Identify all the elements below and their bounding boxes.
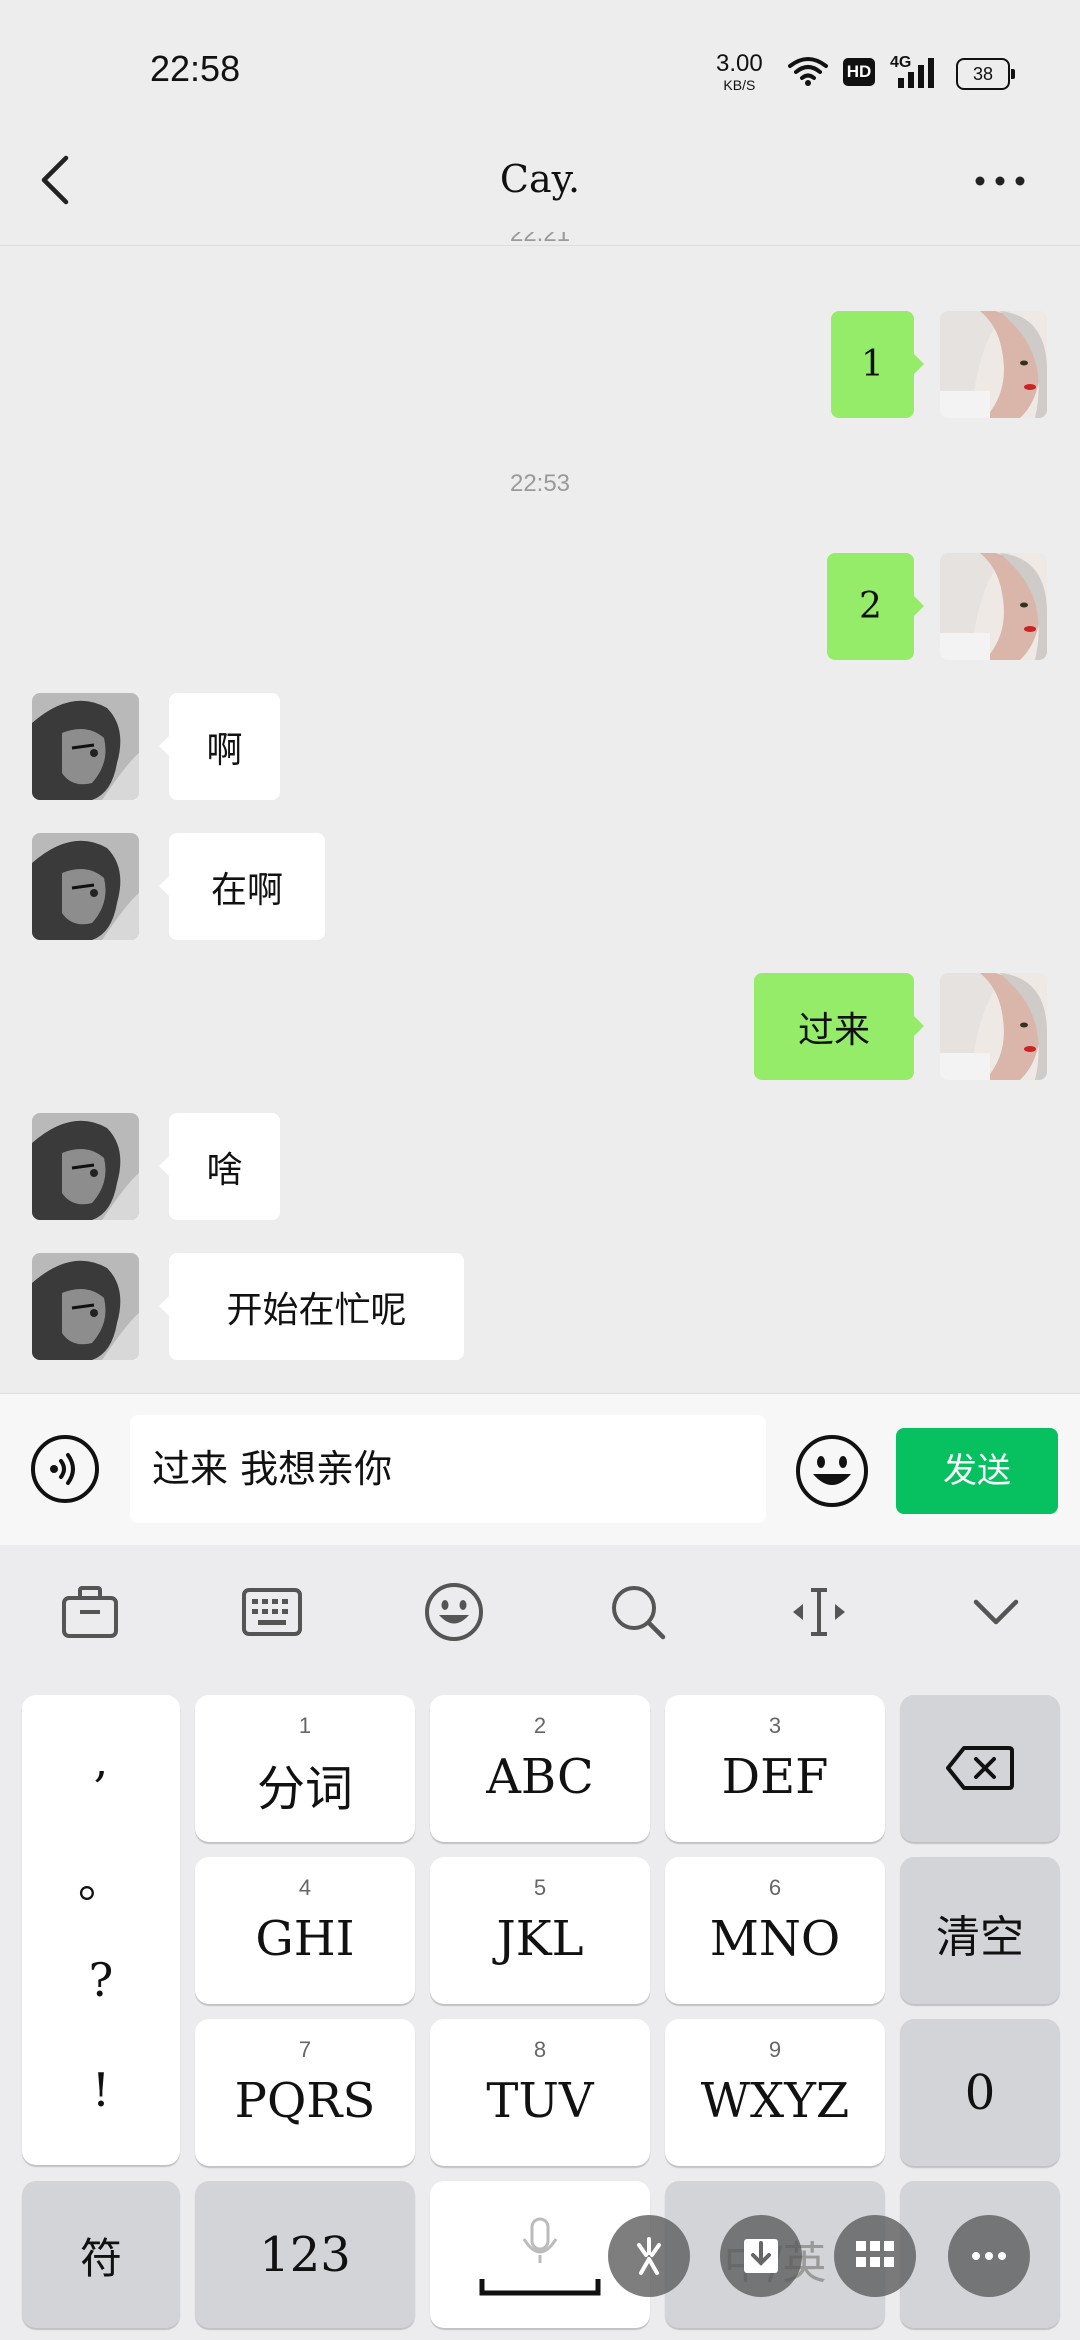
key-4[interactable]: 4 GHI — [195, 1857, 415, 2004]
backspace-key[interactable] — [900, 1695, 1060, 1842]
received-message-bubble[interactable]: 在啊 — [159, 833, 325, 940]
key-5[interactable]: 5 JKL — [430, 1857, 650, 2004]
punct-period[interactable]: 。 — [22, 1845, 180, 1911]
grid-icon — [856, 2241, 894, 2267]
received-message-bubble[interactable]: 开始在忙呢 — [159, 1253, 464, 1360]
message-input[interactable]: 过来 我想亲你 — [130, 1415, 766, 1523]
collapse-icon[interactable] — [966, 1582, 1026, 1642]
contact-avatar[interactable] — [32, 833, 139, 940]
more-icon — [972, 2252, 1006, 2260]
backspace-icon — [946, 1746, 1014, 1790]
net-speed-value: 3.00 — [716, 50, 763, 77]
sent-message-bubble[interactable]: 2 — [827, 553, 924, 660]
numbers-key[interactable]: 123 — [195, 2181, 415, 2328]
emoji-icon[interactable] — [795, 1434, 869, 1508]
key-1[interactable]: 1 分词 — [195, 1695, 415, 1842]
key-2[interactable]: 2 ABC — [430, 1695, 650, 1842]
net-speed: 3.00 KB/S — [716, 50, 763, 93]
sparkle-icon — [637, 2237, 661, 2275]
battery-indicator: 38 — [956, 58, 1015, 90]
search-icon[interactable] — [608, 1582, 668, 1642]
symbols-key[interactable]: 符 — [22, 2181, 180, 2328]
punctuation-column[interactable]: , 。 ? ! — [22, 1695, 180, 2165]
chat-title: Cay. — [499, 157, 581, 201]
floating-grid-button[interactable] — [834, 2215, 916, 2297]
contact-avatar[interactable] — [32, 693, 139, 800]
send-button[interactable]: 发送 — [896, 1428, 1058, 1514]
floating-download-button[interactable] — [720, 2215, 802, 2297]
timestamp: 22:21 — [509, 232, 571, 246]
punct-comma[interactable]: , — [22, 1733, 180, 1787]
contact-avatar[interactable] — [32, 1253, 139, 1360]
clear-key[interactable]: 清空 — [900, 1857, 1060, 2004]
briefcase-icon[interactable] — [60, 1582, 120, 1642]
emoji-icon[interactable] — [424, 1582, 484, 1642]
received-message-bubble[interactable]: 啊 — [159, 693, 280, 800]
contact-avatar[interactable] — [32, 1113, 139, 1220]
keyboard-icon[interactable] — [242, 1582, 302, 1642]
my-avatar[interactable] — [940, 553, 1047, 660]
key-9[interactable]: 9 WXYZ — [665, 2019, 885, 2166]
key-8[interactable]: 8 TUV — [430, 2019, 650, 2166]
download-icon — [744, 2239, 778, 2273]
floating-tool-button[interactable] — [608, 2215, 690, 2297]
net-speed-unit: KB/S — [723, 77, 756, 93]
key-3[interactable]: 3 DEF — [665, 1695, 885, 1842]
cursor-move-icon[interactable] — [789, 1582, 849, 1642]
key-6[interactable]: 6 MNO — [665, 1857, 885, 2004]
voice-input-icon[interactable] — [30, 1434, 100, 1504]
received-message-bubble[interactable]: 啥 — [159, 1113, 280, 1220]
my-avatar[interactable] — [940, 311, 1047, 418]
sent-message-bubble[interactable]: 过来 — [754, 973, 924, 1080]
space-mic-icon — [479, 2217, 601, 2296]
signal-icon — [898, 58, 934, 88]
wifi-icon — [788, 57, 828, 86]
status-time: 22:58 — [150, 48, 241, 89]
punct-exclamation[interactable]: ! — [22, 2063, 180, 2117]
punct-question[interactable]: ? — [22, 1953, 180, 2007]
my-avatar[interactable] — [940, 973, 1047, 1080]
key-7[interactable]: 7 PQRS — [195, 2019, 415, 2166]
floating-more-button[interactable] — [948, 2215, 1030, 2297]
more-options-icon[interactable] — [970, 156, 1030, 206]
zero-key[interactable]: 0 — [900, 2019, 1060, 2166]
timestamp: 22:53 — [509, 470, 571, 497]
sent-message-bubble[interactable]: 1 — [831, 311, 924, 418]
hd-badge: HD — [843, 58, 875, 86]
